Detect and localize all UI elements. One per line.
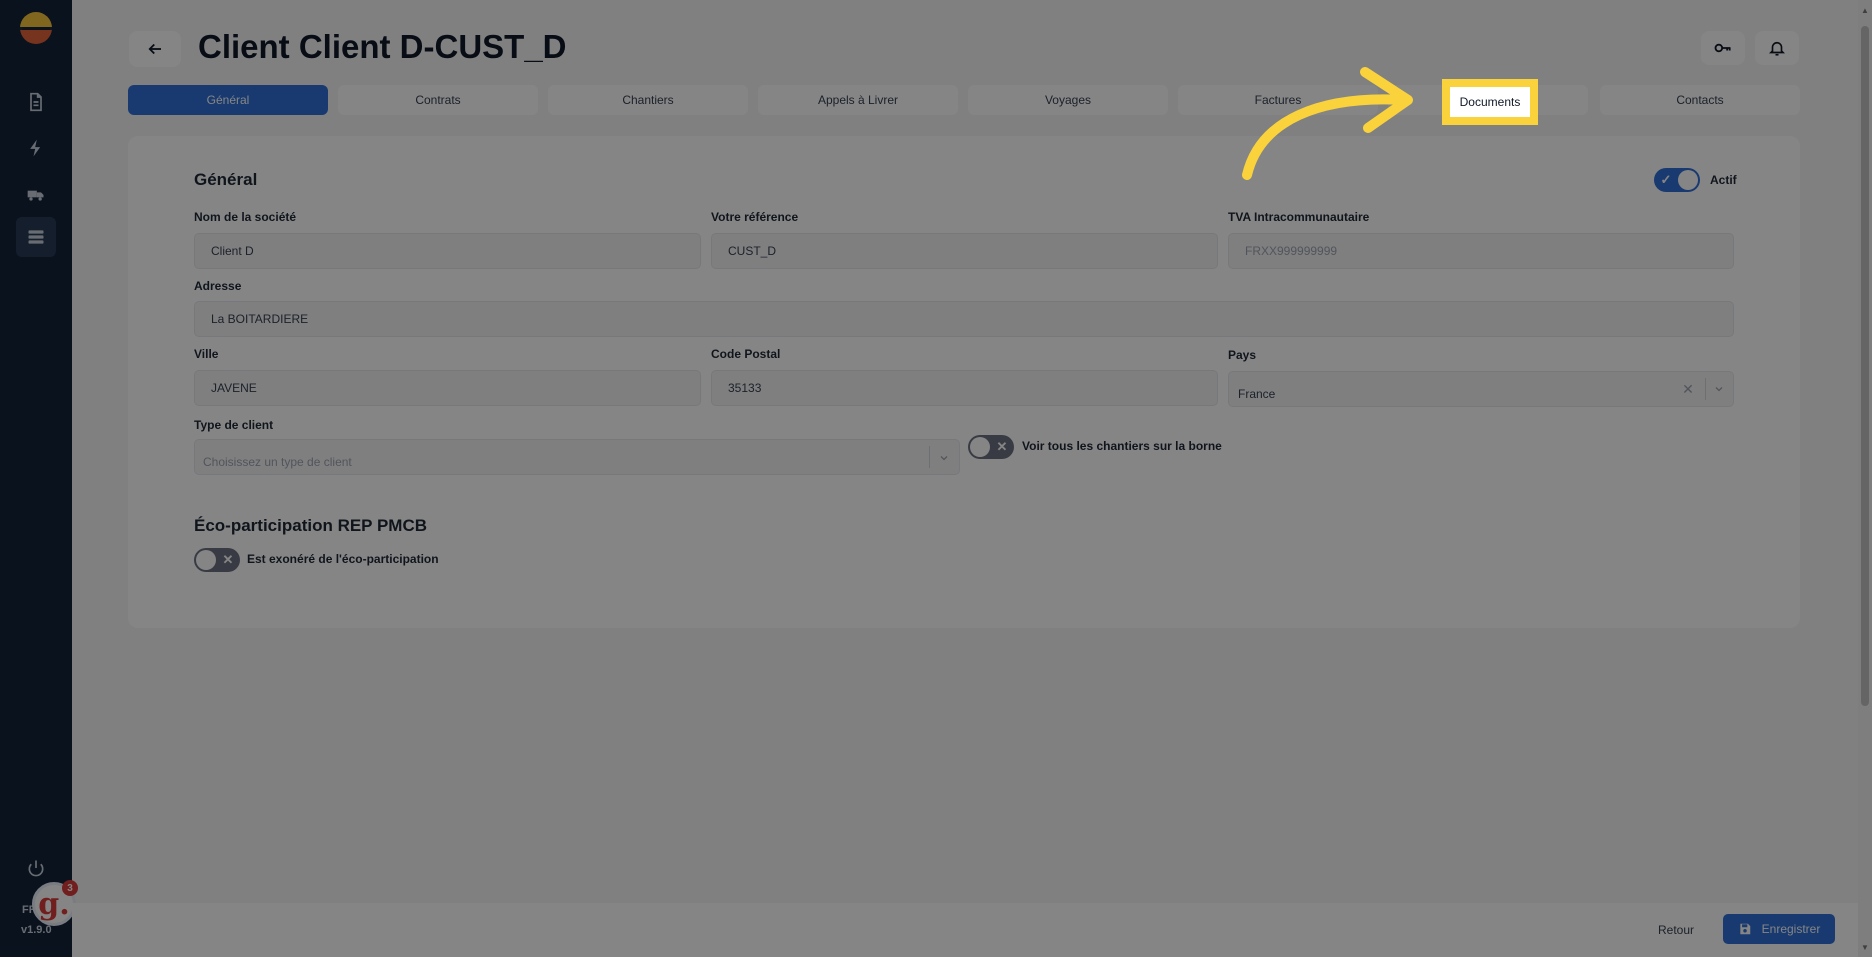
select-separator [1705, 378, 1706, 400]
show-sites-toggle[interactable]: ✕ [968, 435, 1014, 459]
city-label: Ville [194, 347, 219, 361]
tab-chantiers[interactable]: Chantiers [548, 85, 748, 115]
highlighted-tab-label: Documents [1459, 95, 1521, 109]
tab-voyages[interactable]: Voyages [968, 85, 1168, 115]
page-title: Client Client D-CUST_D [198, 28, 567, 65]
vat-label: TVA Intracommunautaire [1228, 210, 1370, 224]
retour-button[interactable]: Retour [1652, 918, 1700, 942]
reference-input[interactable]: CUST_D [711, 233, 1218, 269]
pointer-arrow-icon [1242, 67, 1413, 180]
client-form-card: Général ✓ Actif Nom de la société Client… [128, 136, 1800, 628]
page-scrollbar[interactable]: ▲ ▼ [1858, 0, 1872, 957]
postal-code-label: Code Postal [711, 347, 781, 361]
address-label: Adresse [194, 279, 242, 293]
tab-general[interactable]: Général [128, 85, 328, 115]
version-label: v1.9.0 [21, 924, 52, 936]
postal-code-input[interactable]: 35133 [711, 370, 1218, 406]
vat-input[interactable]: FRXX999999999 [1228, 233, 1734, 269]
tab-bar: Général Contrats Chantiers Appels à Livr… [128, 85, 1800, 115]
back-button[interactable] [129, 31, 181, 67]
x-icon: ✕ [222, 552, 234, 567]
client-type-label: Type de client [194, 418, 274, 432]
arrow-left-icon [148, 43, 161, 55]
sidebar: FR v1.9.0 [0, 0, 72, 957]
lightning-icon [30, 139, 41, 157]
save-icon [1739, 923, 1750, 935]
tab-appels-a-livrer[interactable]: Appels à Livrer [758, 85, 958, 115]
sidebar-item-documents[interactable] [16, 82, 56, 122]
document-icon [30, 92, 42, 112]
tab-contrats[interactable]: Contrats [338, 85, 538, 115]
scroll-up-icon[interactable]: ▲ [1861, 6, 1869, 15]
clear-country-icon[interactable]: ✕ [1681, 381, 1695, 397]
eco-exempt-label: Est exonéré de l'éco-participation [247, 552, 439, 566]
truck-icon [27, 190, 44, 201]
actif-toggle[interactable]: ✓ [1654, 168, 1700, 192]
chevron-down-icon[interactable] [936, 450, 952, 466]
highlighted-tab-documents[interactable]: Documents [1442, 79, 1538, 125]
client-type-placeholder: Choisissez un type de client [203, 455, 352, 469]
sidebar-item-energy[interactable] [16, 128, 56, 168]
save-button[interactable]: Enregistrer [1723, 914, 1835, 944]
key-button[interactable] [1701, 31, 1745, 65]
client-type-select[interactable]: Choisissez un type de client [194, 439, 960, 475]
company-name-label: Nom de la société [194, 210, 297, 224]
power-icon [28, 860, 44, 877]
general-section-title: Général [194, 170, 258, 189]
notifications-button[interactable] [1755, 31, 1799, 65]
address-input[interactable]: La BOITARDIERE [194, 301, 1734, 337]
check-icon: ✓ [1660, 172, 1672, 187]
country-selected-value: France [1238, 387, 1276, 401]
show-sites-label: Voir tous les chantiers sur la borne [1022, 439, 1222, 453]
actif-label: Actif [1710, 173, 1737, 187]
eco-section-title: Éco-participation REP PMCB [194, 516, 427, 535]
sidebar-item-clients[interactable] [16, 217, 56, 257]
guide-count-badge: 3 [62, 880, 78, 896]
reference-label: Votre référence [711, 210, 799, 224]
footer-bar [72, 903, 1858, 957]
app-logo[interactable] [20, 12, 52, 44]
scroll-down-icon[interactable]: ▼ [1861, 943, 1869, 952]
tab-contacts[interactable]: Contacts [1600, 85, 1800, 115]
country-select[interactable]: France [1228, 371, 1734, 407]
country-label: Pays [1228, 348, 1257, 362]
save-label: Enregistrer [1761, 922, 1821, 936]
sidebar-item-transport[interactable] [16, 174, 56, 214]
key-icon [1714, 43, 1731, 53]
scroll-thumb[interactable] [1861, 26, 1869, 706]
bell-icon [1769, 41, 1785, 56]
city-input[interactable]: JAVENE [194, 370, 701, 406]
database-icon [28, 230, 44, 244]
x-icon: ✕ [996, 439, 1008, 454]
select-separator [929, 446, 930, 468]
company-name-input[interactable]: Client D [194, 233, 701, 269]
chevron-down-icon[interactable] [1711, 381, 1727, 397]
eco-exempt-toggle[interactable]: ✕ [194, 548, 240, 572]
